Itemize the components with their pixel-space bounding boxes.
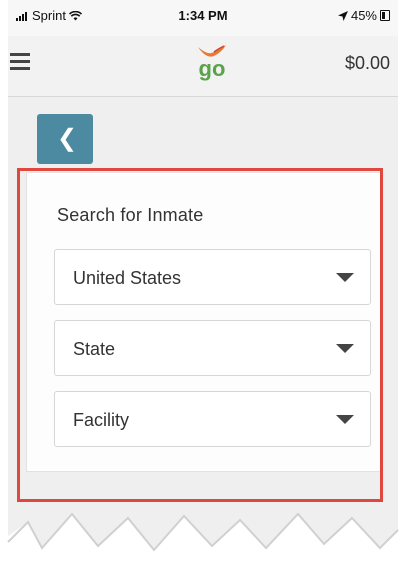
phone-screen: Sprint 1:34 PM 45% go $0.00 ❮ Search for… [8,0,398,580]
caret-down-icon [336,273,354,282]
status-bar: Sprint 1:34 PM 45% [8,0,398,36]
status-right: 45% [337,8,390,23]
search-card: Search for Inmate United States State Fa… [26,172,383,472]
caret-down-icon [336,344,354,353]
search-title: Search for Inmate [57,205,204,225]
logo-text: go [198,56,226,81]
app-header: go $0.00 [8,36,398,97]
hamburger-menu-icon[interactable] [10,53,30,70]
country-select-value: United States [73,268,182,288]
facility-select[interactable]: Facility [54,391,371,447]
location-arrow-icon [337,10,348,21]
state-select[interactable]: State [54,320,371,376]
app-logo: go [192,44,232,84]
state-select-value: State [73,339,116,359]
chevron-left-icon: ❮ [57,125,78,152]
facility-select-value: Facility [73,410,130,430]
torn-edge-decoration [0,512,404,580]
battery-percent: 45% [350,8,377,23]
country-select[interactable]: United States [54,249,371,305]
account-balance[interactable]: $0.00 [345,53,390,74]
battery-icon [380,10,390,21]
caret-down-icon [336,415,354,424]
back-button[interactable]: ❮ [37,114,93,164]
